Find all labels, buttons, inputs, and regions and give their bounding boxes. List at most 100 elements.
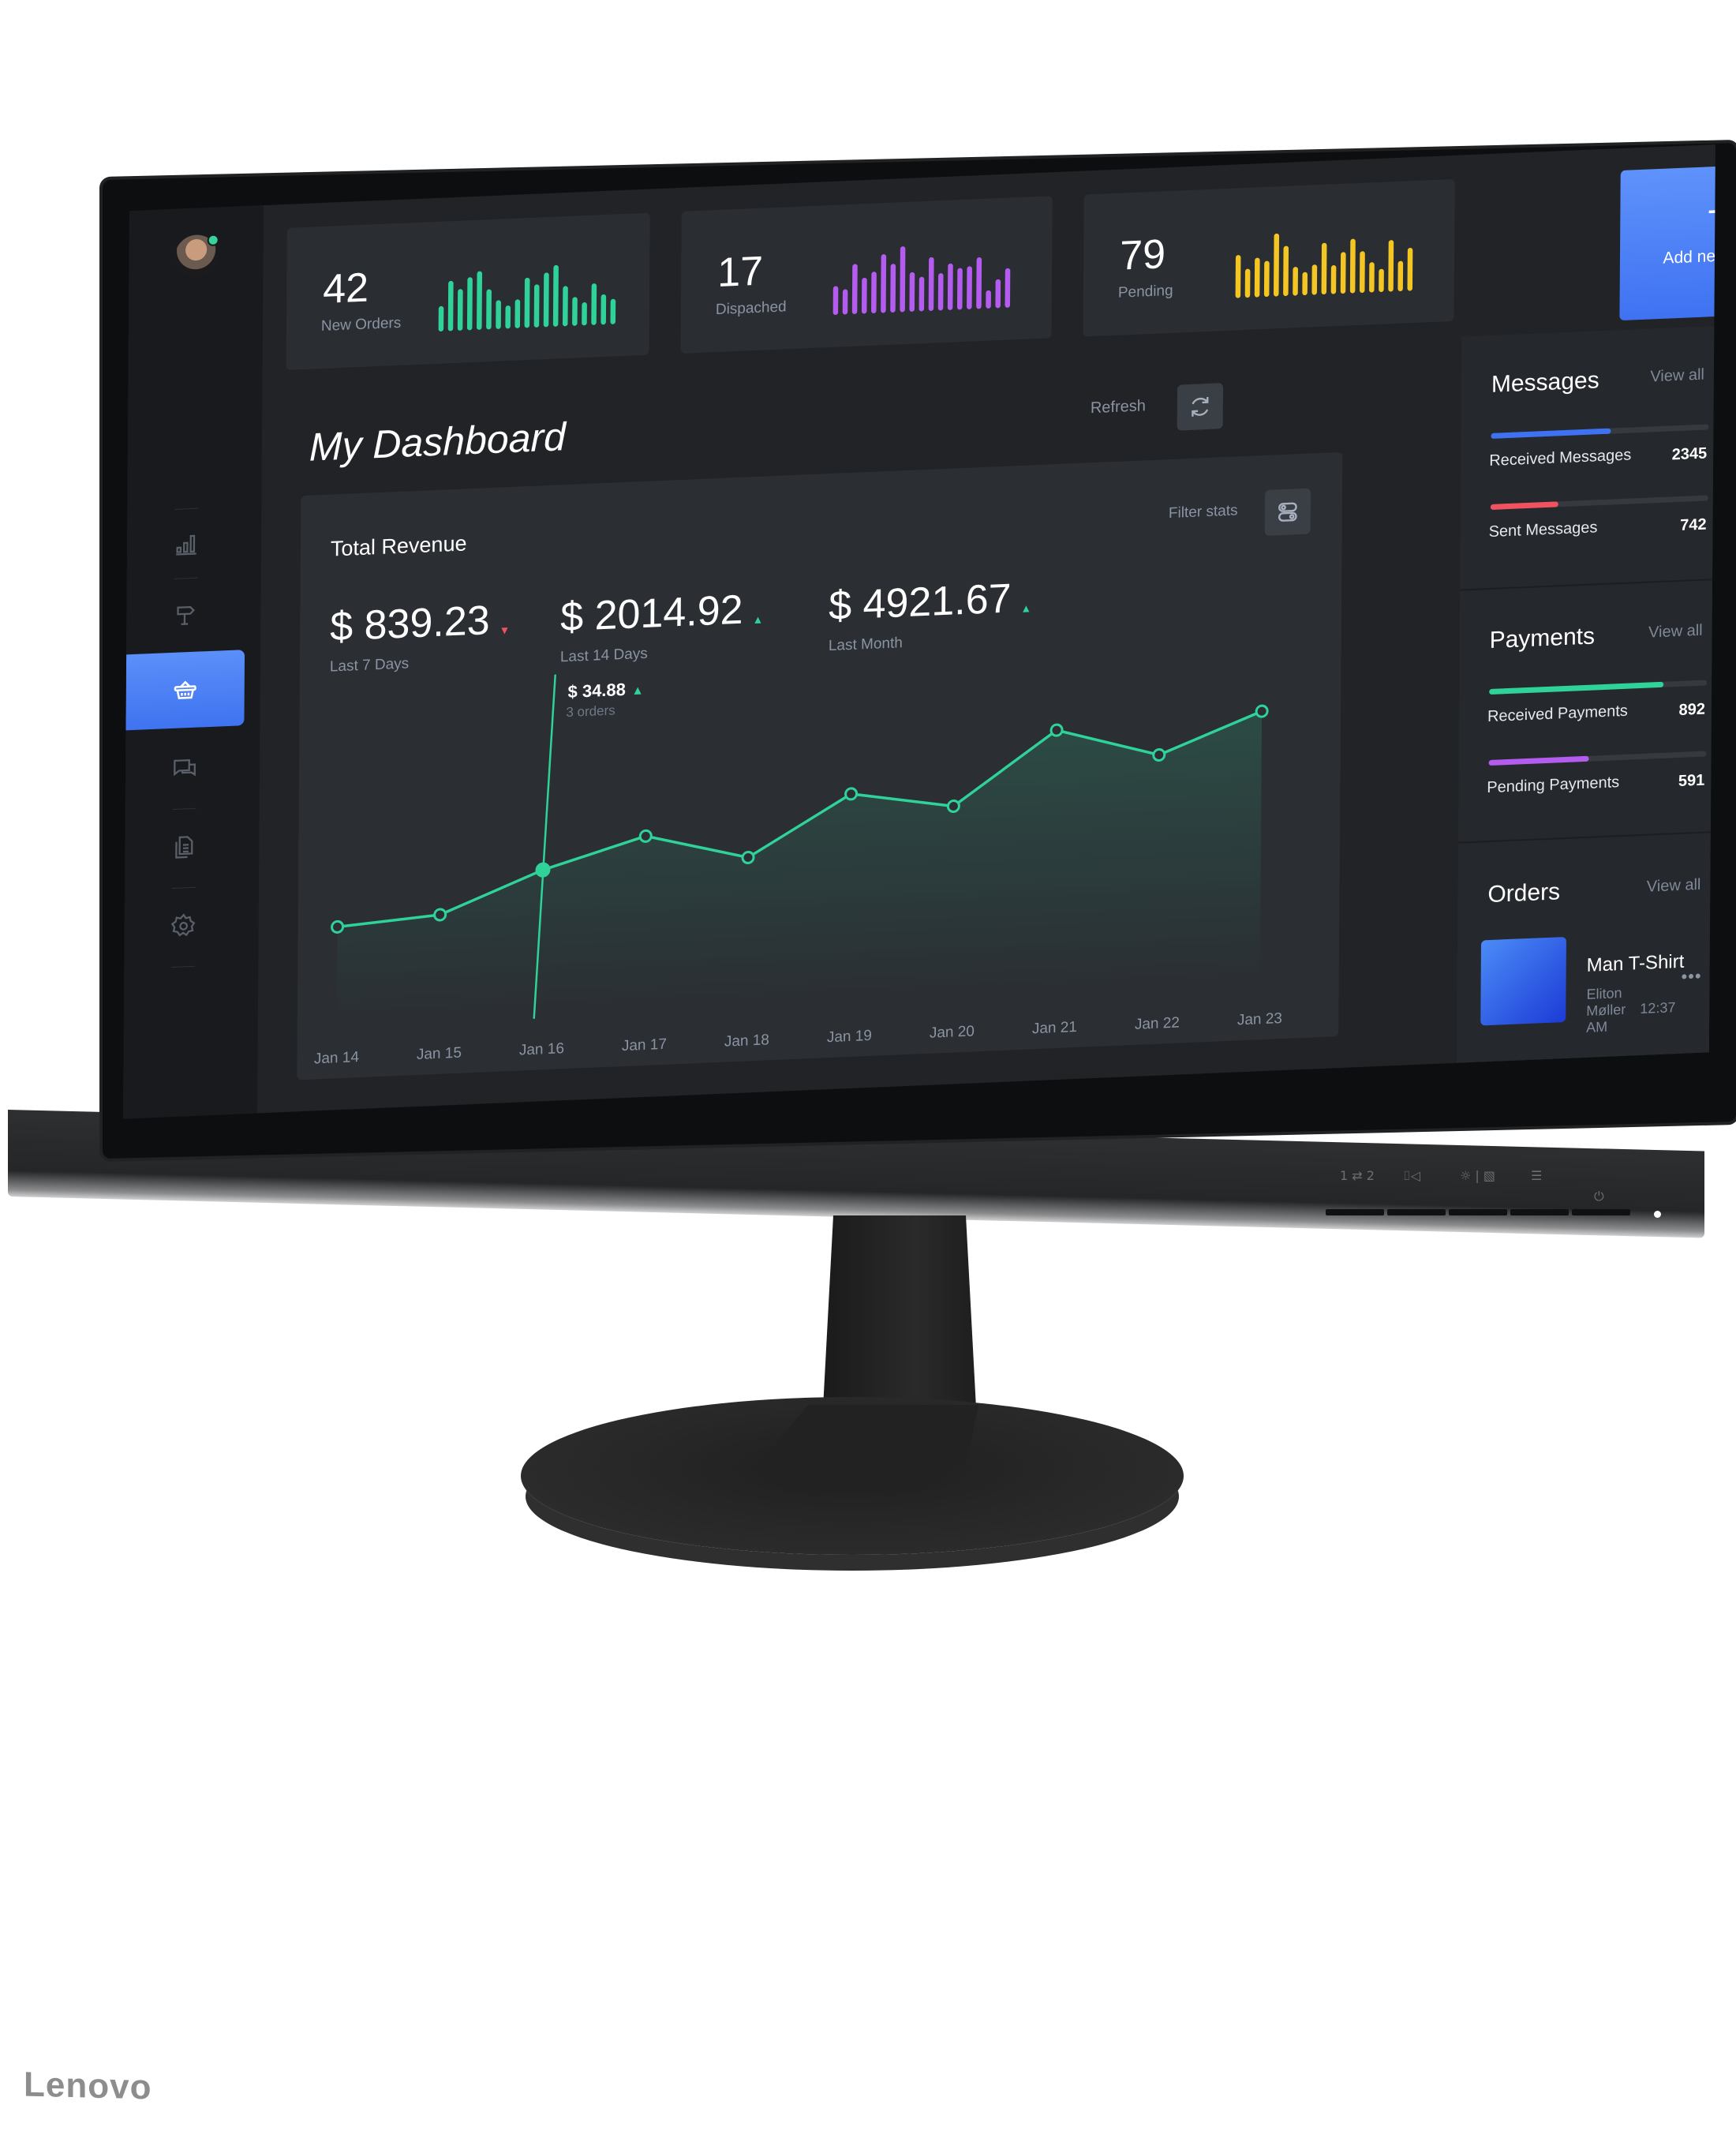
product-thumbnail [1480, 937, 1566, 1026]
x-tick-label: Jan 14 [314, 1049, 360, 1067]
sidebar-item-roadmap[interactable] [126, 577, 245, 653]
data-point[interactable] [435, 909, 446, 921]
section-title: Orders [1487, 878, 1560, 908]
view-all-payments-link[interactable]: View all [1648, 622, 1703, 642]
refresh-icon [1188, 394, 1213, 420]
stat-label: Pending Payments [1487, 773, 1619, 797]
divider [172, 887, 196, 889]
osd-button-down[interactable] [1449, 1209, 1507, 1215]
sparkline [831, 237, 1013, 316]
data-point[interactable] [1051, 725, 1062, 736]
documents-icon [170, 833, 197, 861]
order-item[interactable]: Woman T-Shirt Eliton Møller11:02 AM ••• [1480, 1052, 1709, 1118]
stat-card-dispatched[interactable]: 17 Dispached [681, 196, 1053, 354]
osd-button-menu[interactable] [1510, 1209, 1569, 1215]
stat-value: 742 [1680, 516, 1707, 535]
add-new-panel-button[interactable]: + Add new panel [1619, 163, 1715, 320]
stat-card-pending[interactable]: 79 Pending [1083, 179, 1455, 337]
spark-bar [903, 249, 904, 309]
sparkline [436, 253, 619, 332]
plus-icon: + [1620, 189, 1715, 235]
revenue-chart[interactable]: Jan 14 Jan 15 Jan 16 Jan 17 Jan 18 Jan 19 Jan … [297, 634, 1341, 1080]
bar-fill [1489, 756, 1589, 766]
osd-button-input[interactable] [1326, 1209, 1384, 1215]
signpost-icon [172, 601, 199, 629]
osd-button-power[interactable] [1572, 1209, 1630, 1215]
monitor-bezel: 42 New Orders 17 Dispached 79 Pending + … [103, 143, 1736, 1159]
power-led [1654, 1211, 1661, 1218]
trend-up-icon: ▲ [752, 612, 763, 626]
order-item[interactable]: Man T-Shirt Eliton Møller12:37 AM ••• [1480, 931, 1710, 1027]
x-tick-label: Jan 15 [417, 1045, 462, 1063]
order-customer: Eliton Møller [1585, 1107, 1625, 1119]
basket-icon [172, 676, 199, 704]
page-title: My Dashboard [309, 414, 567, 470]
chat-icon [171, 755, 198, 782]
card-title: Total Revenue [331, 531, 467, 561]
stat-value: 42 [323, 264, 369, 313]
x-tick-label: Jan 18 [724, 1032, 769, 1050]
osd-controls: 1 ⇄ 2 ⌷◁ ☼ | ▧ ☰ ⏻ [1318, 1165, 1649, 1220]
stat-card-new-orders[interactable]: 42 New Orders [286, 213, 650, 370]
x-tick-label: Jan 16 [519, 1040, 564, 1058]
toggle-filter-icon [1275, 499, 1300, 525]
stat-label: New Orders [321, 315, 402, 335]
view-all-orders-link[interactable]: View all [1647, 876, 1701, 897]
data-point[interactable] [1154, 749, 1165, 761]
messages-section: Messages View all Received Messages 2345… [1461, 362, 1714, 373]
chart-area [337, 711, 1262, 1023]
order-product-name: Woman T-Shirt [1585, 1071, 1708, 1118]
brightness-icon: ☼ | ▧ [1460, 1168, 1495, 1183]
right-panel: Messages View all Received Messages 2345… [1457, 326, 1714, 1063]
orders-section: Orders View all Man T-Shirt Eliton Mølle… [1458, 872, 1711, 882]
filter-stats-button[interactable] [1265, 489, 1311, 536]
order-meta: Eliton Møller11:02 AM [1585, 1103, 1708, 1118]
divider [1458, 831, 1711, 843]
data-point[interactable] [537, 863, 549, 877]
sidebar-item-documents[interactable] [125, 809, 244, 885]
kpi-last-7-days: $ 839.23▼ Last 7 Days [330, 596, 511, 676]
sidebar-item-analytics[interactable] [127, 506, 246, 582]
filter-stats-label[interactable]: Filter stats [1169, 502, 1238, 522]
bar-fill [1491, 501, 1558, 510]
x-tick-label: Jan 19 [827, 1028, 872, 1046]
tooltip-subtext: 3 orders [566, 702, 615, 720]
data-point[interactable] [948, 800, 959, 812]
kpi-value: $ 4921.67 [829, 575, 1012, 629]
refresh-button[interactable] [1177, 383, 1223, 430]
osd-button-up[interactable] [1387, 1209, 1446, 1215]
trend-up-icon: ▲ [634, 684, 642, 695]
sidebar-item-orders[interactable] [125, 650, 245, 730]
sidebar-item-settings[interactable] [124, 888, 243, 964]
stat-label: Received Payments [1487, 702, 1628, 726]
stat-label: Sent Messages [1489, 519, 1598, 541]
data-point[interactable] [743, 852, 754, 863]
sidebar-item-messages[interactable] [125, 730, 245, 806]
bar-chart-icon [173, 530, 200, 558]
product-thumbnail [1480, 1058, 1566, 1119]
section-title: Messages [1491, 367, 1599, 399]
stat-value: 591 [1678, 772, 1705, 791]
refresh-label[interactable]: Refresh [1091, 397, 1146, 418]
stat-value: 2345 [1672, 444, 1708, 464]
more-options-icon[interactable]: ••• [1680, 1088, 1700, 1109]
view-all-messages-link[interactable]: View all [1650, 366, 1704, 387]
x-tick-label: Jan 17 [622, 1036, 667, 1054]
data-point[interactable] [1256, 706, 1267, 717]
avatar[interactable] [174, 234, 217, 279]
bar-fill [1491, 429, 1611, 439]
stat-label: Dispached [716, 298, 787, 319]
divider [171, 966, 195, 968]
divider [1460, 579, 1712, 590]
stat-value: 892 [1679, 701, 1706, 720]
more-options-icon[interactable]: ••• [1681, 966, 1701, 987]
data-point[interactable] [332, 921, 343, 933]
data-point[interactable] [640, 830, 651, 842]
section-title: Payments [1490, 623, 1596, 654]
x-tick-label: Jan 20 [930, 1023, 975, 1041]
spark-bar [1276, 236, 1277, 294]
data-point[interactable] [846, 788, 857, 800]
add-new-panel-label: Add new panel [1620, 243, 1715, 270]
stat-label: Pending [1118, 283, 1173, 302]
input-switch-icon: 1 ⇄ 2 [1340, 1168, 1375, 1183]
